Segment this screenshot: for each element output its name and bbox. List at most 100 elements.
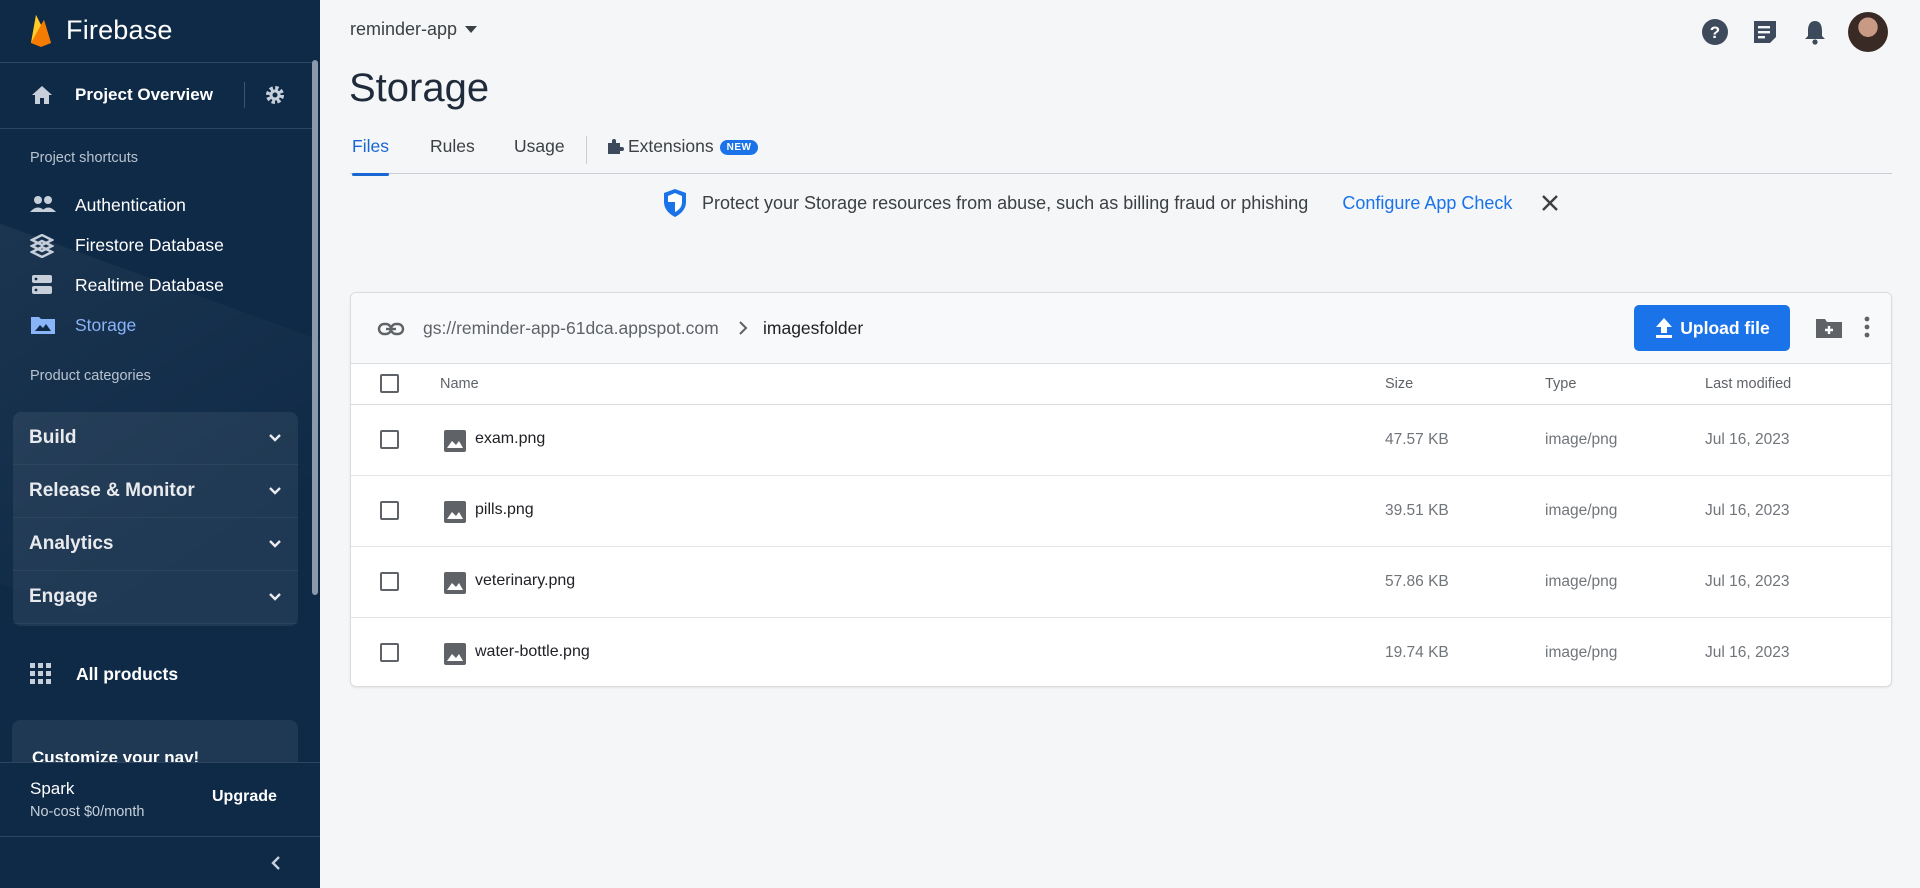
sidebar-item-label: Authentication — [75, 194, 186, 215]
row-checkbox[interactable] — [380, 572, 399, 591]
category-list: Build Release & Monitor Analytics Engage — [13, 412, 298, 626]
project-name: reminder-app — [350, 19, 458, 39]
banner-text: Protect your Storage resources from abus… — [702, 192, 1309, 213]
table-row[interactable]: pills.png 39.51 KB image/png Jul 16, 202… — [351, 476, 1891, 547]
plan-cost: No-cost $0/month — [30, 804, 145, 820]
project-overview[interactable]: Project Overview — [0, 72, 314, 118]
column-name[interactable]: Name — [440, 376, 479, 392]
extension-puzzle-icon — [608, 139, 624, 154]
all-products[interactable]: All products — [0, 654, 314, 694]
select-all-checkbox[interactable] — [380, 374, 399, 393]
gear-icon[interactable] — [263, 83, 287, 107]
column-size[interactable]: Size — [1385, 376, 1413, 392]
file-name[interactable]: water-bottle.png — [475, 643, 590, 661]
plan-footer: Spark No-cost $0/month Upgrade — [0, 762, 320, 837]
chevron-down-icon — [269, 593, 281, 601]
table-header: Name Size Type Last modified — [351, 364, 1891, 405]
image-file-icon — [444, 430, 466, 452]
avatar[interactable] — [1848, 12, 1888, 52]
row-checkbox[interactable] — [380, 501, 399, 520]
file-type: image/png — [1545, 644, 1618, 661]
help-icon[interactable]: ? — [1698, 15, 1732, 49]
category-analytics[interactable]: Analytics — [13, 518, 298, 571]
tab-usage[interactable]: Usage — [514, 136, 565, 174]
page-title: Storage — [349, 66, 490, 110]
sidebar-item-authentication[interactable]: Authentication — [0, 187, 314, 223]
file-modified: Jul 16, 2023 — [1705, 573, 1790, 590]
new-folder-icon[interactable] — [1815, 316, 1843, 340]
file-type: image/png — [1545, 573, 1618, 590]
tab-files[interactable]: Files — [352, 136, 389, 176]
category-label: Analytics — [29, 533, 114, 554]
file-modified: Jul 16, 2023 — [1705, 644, 1790, 661]
image-file-icon — [444, 643, 466, 665]
collapse-sidebar-icon[interactable] — [268, 854, 286, 872]
chevron-down-icon — [269, 487, 281, 495]
file-modified: Jul 16, 2023 — [1705, 502, 1790, 519]
sidebar-item-realtime-db[interactable]: Realtime Database — [0, 267, 314, 303]
close-icon[interactable] — [1540, 193, 1560, 213]
home-icon — [32, 86, 52, 104]
column-type[interactable]: Type — [1545, 376, 1576, 392]
path-bar: gs://reminder-app-61dca.appspot.com imag… — [351, 293, 1891, 364]
file-name[interactable]: exam.png — [475, 430, 545, 448]
all-products-label: All products — [76, 664, 179, 684]
caret-down-icon — [465, 25, 478, 33]
database-icon — [32, 275, 52, 294]
file-size: 47.57 KB — [1385, 431, 1449, 448]
upgrade-button[interactable]: Upgrade — [212, 788, 277, 806]
category-release-monitor[interactable]: Release & Monitor — [13, 465, 298, 518]
row-checkbox[interactable] — [380, 430, 399, 449]
table-row[interactable]: water-bottle.png 19.74 KB image/png Jul … — [351, 618, 1891, 686]
file-browser-card: gs://reminder-app-61dca.appspot.com imag… — [350, 292, 1892, 687]
svg-text:?: ? — [1710, 23, 1720, 42]
upload-label: Upload file — [1680, 317, 1770, 338]
category-label: Engage — [29, 586, 98, 607]
people-icon — [30, 196, 56, 212]
brand-name: Firebase — [66, 14, 173, 45]
column-last-modified[interactable]: Last modified — [1705, 376, 1791, 392]
link-icon[interactable] — [377, 315, 405, 343]
file-type: image/png — [1545, 431, 1618, 448]
shortcuts-heading: Project shortcuts — [30, 150, 138, 166]
configure-app-check-link[interactable]: Configure App Check — [1342, 193, 1512, 214]
image-file-icon — [444, 501, 466, 523]
release-notes-icon[interactable] — [1748, 15, 1782, 49]
tab-rules[interactable]: Rules — [430, 136, 475, 174]
category-build[interactable]: Build — [13, 412, 298, 465]
sidebar-item-storage[interactable]: Storage — [0, 307, 314, 343]
more-vert-icon[interactable] — [1863, 315, 1871, 339]
sidebar-scrollbar[interactable] — [312, 60, 318, 595]
sidebar-item-firestore[interactable]: Firestore Database — [0, 227, 314, 263]
shield-icon — [664, 189, 686, 217]
file-size: 19.74 KB — [1385, 644, 1449, 661]
chevron-right-icon — [739, 321, 748, 335]
chevron-down-icon — [269, 434, 281, 442]
current-folder: imagesfolder — [763, 318, 864, 338]
project-overview-label: Project Overview — [75, 85, 213, 104]
sidebar: Firebase Project Overview Project shortc… — [0, 0, 320, 888]
project-selector[interactable]: reminder-app — [350, 19, 478, 40]
grid-icon — [30, 663, 51, 684]
sidebar-item-label: Storage — [75, 314, 137, 335]
notifications-bell-icon[interactable] — [1798, 15, 1832, 49]
file-name[interactable]: veterinary.png — [475, 572, 575, 590]
upload-file-button[interactable]: Upload file — [1634, 305, 1790, 351]
row-checkbox[interactable] — [380, 643, 399, 662]
folder-image-icon — [31, 317, 55, 334]
firebase-logo[interactable]: Firebase — [28, 12, 173, 48]
app-check-banner: Protect your Storage resources from abus… — [662, 188, 1560, 218]
table-row[interactable]: exam.png 47.57 KB image/png Jul 16, 2023 — [351, 405, 1891, 476]
table-row[interactable]: veterinary.png 57.86 KB image/png Jul 16… — [351, 547, 1891, 618]
category-label: Build — [29, 427, 77, 448]
file-size: 39.51 KB — [1385, 502, 1449, 519]
bucket-path[interactable]: gs://reminder-app-61dca.appspot.com — [423, 318, 719, 339]
file-modified: Jul 16, 2023 — [1705, 431, 1790, 448]
category-engage[interactable]: Engage — [13, 571, 298, 624]
tab-extensions[interactable]: Extensions NEW — [606, 136, 759, 174]
plan-name: Spark — [30, 779, 75, 798]
file-name[interactable]: pills.png — [475, 501, 534, 519]
chevron-down-icon — [269, 540, 281, 548]
category-label: Release & Monitor — [29, 480, 195, 501]
upload-icon — [1656, 318, 1673, 338]
